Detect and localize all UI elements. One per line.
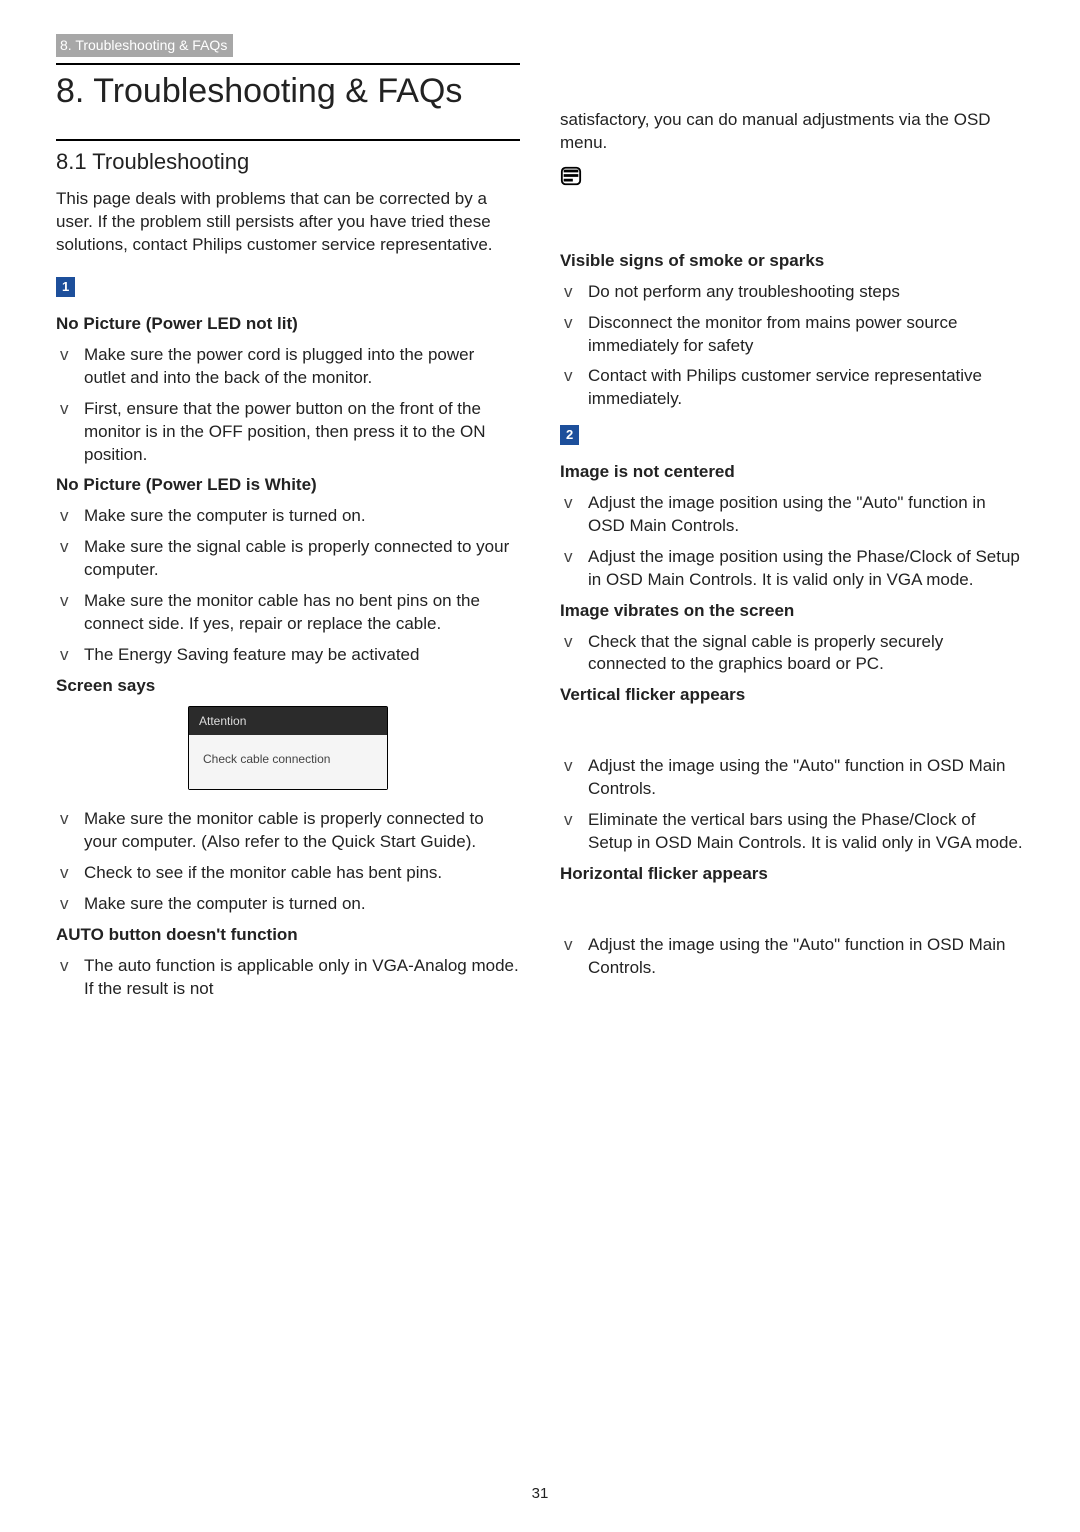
topic-heading: Image is not centered <box>560 461 1024 484</box>
rule <box>56 63 520 65</box>
osd-header: Attention <box>189 707 387 735</box>
list-item: Adjust the image position using the Phas… <box>560 546 1024 592</box>
list-item: Make sure the signal cable is properly c… <box>56 536 520 582</box>
list-item: Make sure the monitor cable has no bent … <box>56 590 520 636</box>
list-item: Eliminate the vertical bars using the Ph… <box>560 809 1024 855</box>
list-item: Check to see if the monitor cable has be… <box>56 862 520 885</box>
topic-heading: AUTO button doesn't function <box>56 924 520 947</box>
section-badge-2: 2 <box>560 425 579 445</box>
osd-body: Check cable connection <box>189 735 387 789</box>
rule <box>56 139 520 141</box>
note-icon <box>560 165 582 187</box>
continuation-text: satisfactory, you can do manual adjustme… <box>560 109 1024 155</box>
list-item: Make sure the monitor cable is properly … <box>56 808 520 854</box>
topic-heading: Vertical flicker appears <box>560 684 1024 707</box>
list-item: Make sure the power cord is plugged into… <box>56 344 520 390</box>
list-item: The Energy Saving feature may be activat… <box>56 644 520 667</box>
running-header: 8. Troubleshooting & FAQs <box>56 34 233 57</box>
topic-heading: Screen says <box>56 675 520 698</box>
section-badge-1: 1 <box>56 277 75 297</box>
list-item: Adjust the image position using the "Aut… <box>560 492 1024 538</box>
topic-heading: Horizontal flicker appears <box>560 863 1024 886</box>
page: 8. Troubleshooting & FAQs 8. Troubleshoo… <box>0 0 1080 1532</box>
topic-heading: No Picture (Power LED not lit) <box>56 313 520 336</box>
right-column: satisfactory, you can do manual adjustme… <box>560 63 1024 1009</box>
chapter-title: 8. Troubleshooting & FAQs <box>56 69 520 115</box>
topic-heading: Visible signs of smoke or sparks <box>560 250 1024 273</box>
topic-heading: Image vibrates on the screen <box>560 600 1024 623</box>
list-item: Disconnect the monitor from mains power … <box>560 312 1024 358</box>
subchapter-title: 8.1 Troubleshooting <box>56 147 520 177</box>
list-item: First, ensure that the power button on t… <box>56 398 520 467</box>
two-column-layout: 8. Troubleshooting & FAQs 8.1 Troublesho… <box>56 63 1024 1009</box>
list-item: Contact with Philips customer service re… <box>560 365 1024 411</box>
list-item: Adjust the image using the "Auto" functi… <box>560 934 1024 980</box>
intro-paragraph: This page deals with problems that can b… <box>56 188 520 257</box>
list-item: The auto function is applicable only in … <box>56 955 520 1001</box>
page-number: 31 <box>0 1484 1080 1504</box>
osd-message-box: Attention Check cable connection <box>56 706 520 790</box>
list-item: Check that the signal cable is properly … <box>560 631 1024 677</box>
list-item: Adjust the image using the "Auto" functi… <box>560 755 1024 801</box>
left-column: 8. Troubleshooting & FAQs 8.1 Troublesho… <box>56 63 520 1009</box>
topic-heading: No Picture (Power LED is White) <box>56 474 520 497</box>
list-item: Do not perform any troubleshooting steps <box>560 281 1024 304</box>
list-item: Make sure the computer is turned on. <box>56 893 520 916</box>
list-item: Make sure the computer is turned on. <box>56 505 520 528</box>
